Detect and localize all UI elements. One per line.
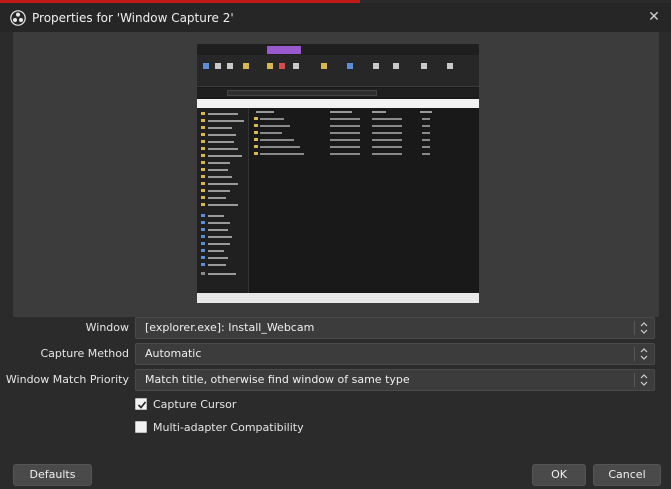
match-priority-row: Window Match Priority Match title, other… [0, 369, 671, 391]
capture-method-select[interactable]: Automatic [135, 343, 655, 365]
match-priority-label: Window Match Priority [5, 373, 129, 386]
cancel-button[interactable]: Cancel [593, 464, 661, 486]
updown-chevron-icon [638, 346, 650, 362]
ok-button[interactable]: OK [532, 464, 586, 486]
close-icon[interactable]: ✕ [645, 8, 663, 26]
capture-cursor-checkbox[interactable] [135, 398, 147, 410]
obs-logo-icon [10, 9, 26, 26]
capture-method-label: Capture Method [40, 347, 130, 360]
window-select[interactable]: [explorer.exe]: Install_Webcam [135, 317, 655, 339]
dialog-titlebar: Properties for 'Window Capture 2' ✕ [0, 3, 671, 32]
capture-preview [13, 32, 659, 317]
defaults-button[interactable]: Defaults [13, 464, 92, 486]
multi-adapter-checkbox[interactable] [135, 421, 147, 433]
capture-method-value: Automatic [145, 347, 202, 360]
checkmark-icon [137, 401, 147, 409]
preview-thumbnail [197, 44, 479, 303]
multi-adapter-option[interactable]: Multi-adapter Compatibility [135, 418, 304, 436]
combo-divider [634, 373, 635, 387]
combo-divider [634, 347, 635, 361]
combo-divider [634, 321, 635, 335]
capture-cursor-label: Capture Cursor [153, 397, 237, 411]
match-priority-value: Match title, otherwise find window of sa… [145, 373, 410, 386]
dialog-title: Properties for 'Window Capture 2' [32, 10, 234, 25]
match-priority-select[interactable]: Match title, otherwise find window of sa… [135, 369, 655, 391]
capture-cursor-option[interactable]: Capture Cursor [135, 395, 236, 413]
updown-chevron-icon [638, 320, 650, 336]
window-select-value: [explorer.exe]: Install_Webcam [145, 321, 315, 334]
window-label: Window [85, 321, 129, 334]
multi-adapter-label: Multi-adapter Compatibility [153, 420, 304, 434]
updown-chevron-icon [638, 372, 650, 388]
window-row: Window [explorer.exe]: Install_Webcam [0, 317, 671, 339]
capture-method-row: Capture Method Automatic [0, 343, 671, 365]
